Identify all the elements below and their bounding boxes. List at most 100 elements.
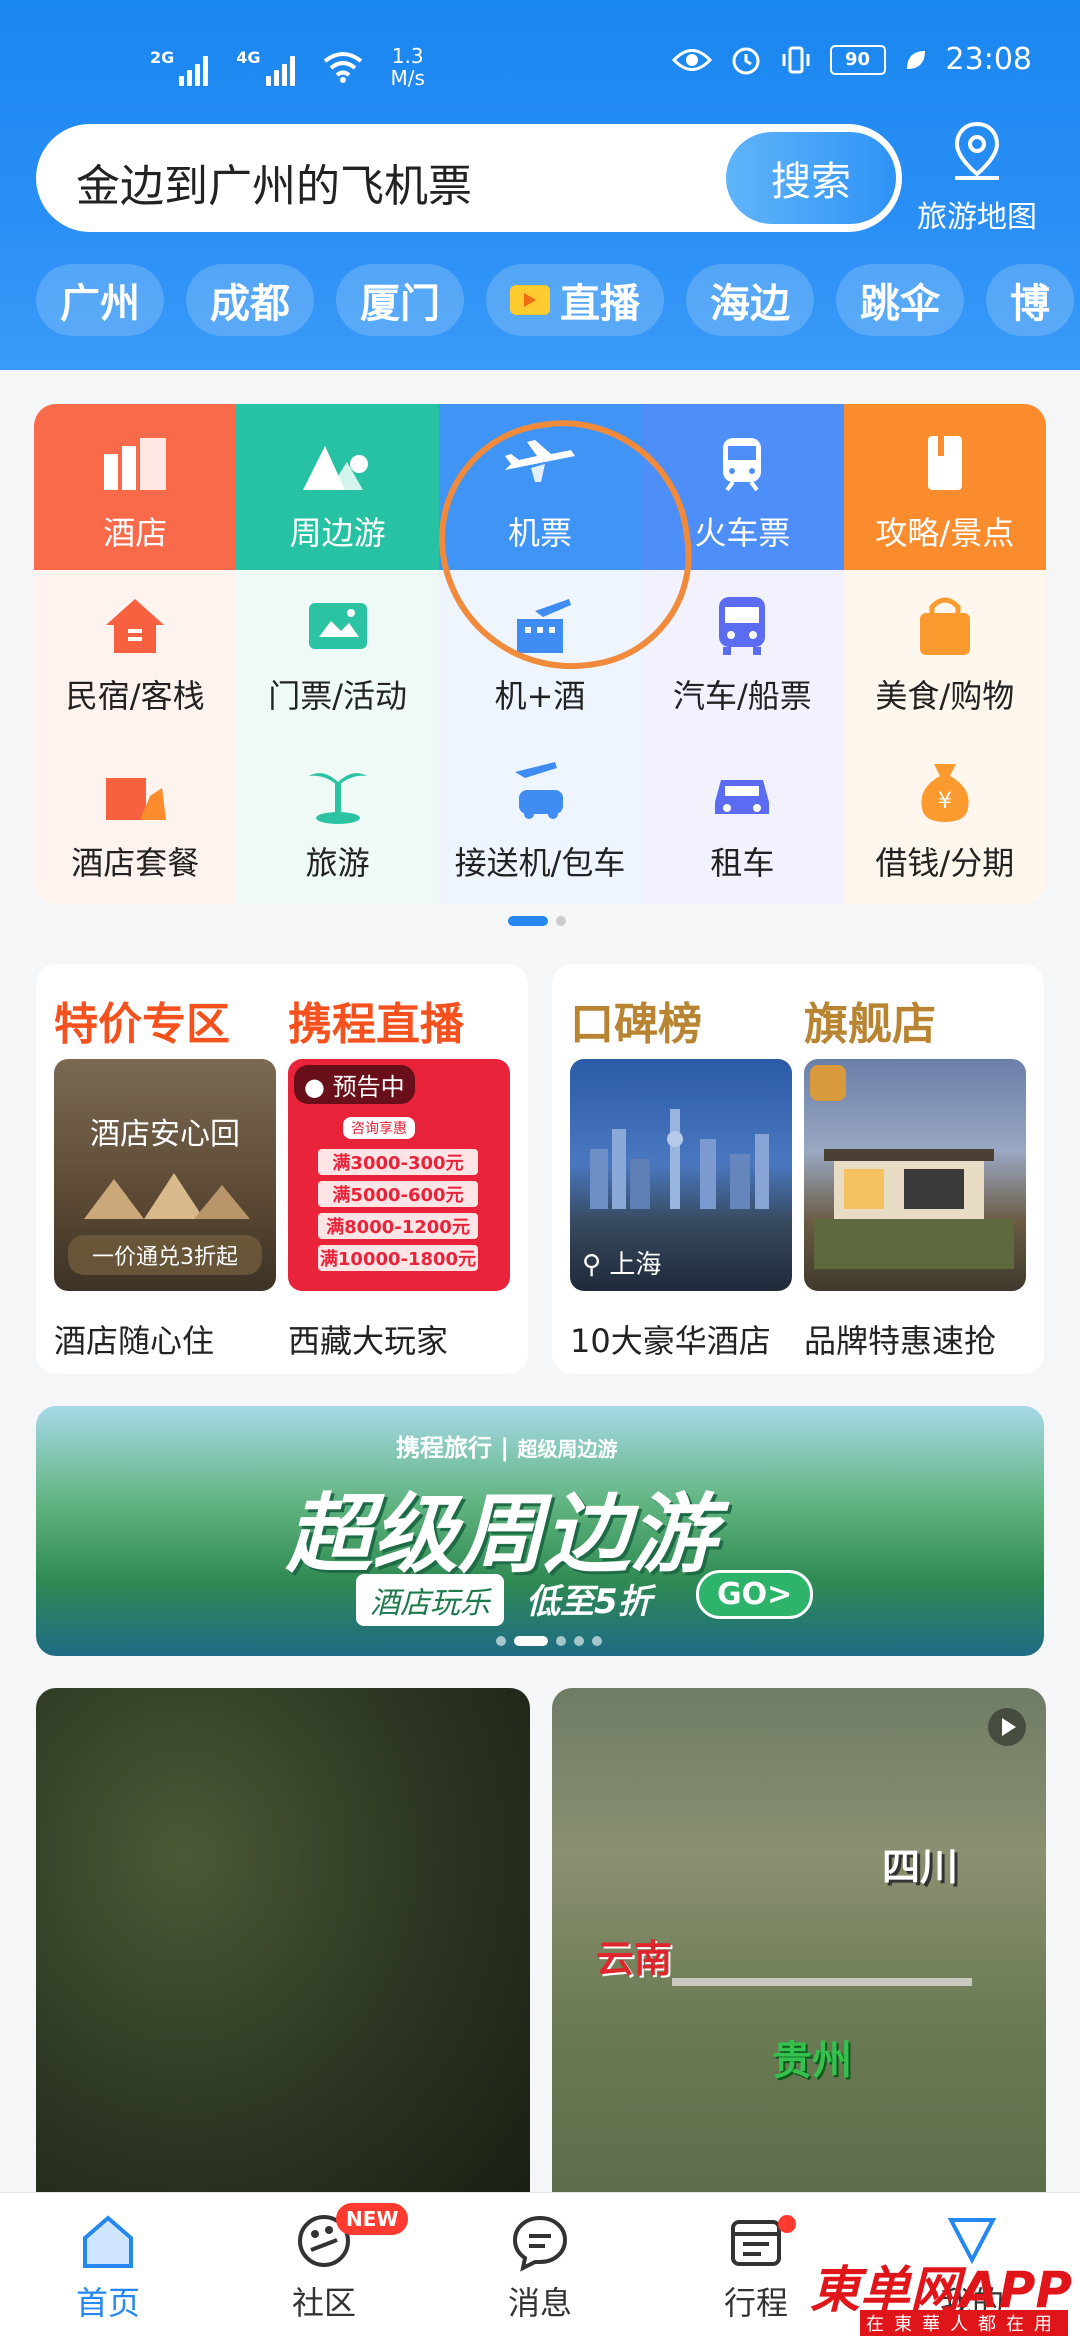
hotel-promo-image[interactable]: 酒店安心回 一价通兑3折起 bbox=[54, 1059, 276, 1291]
chip-guangzhou[interactable]: 广州 bbox=[36, 264, 164, 336]
train-icon bbox=[723, 438, 762, 492]
banner-brand: 携程旅行 | 超级周边游 bbox=[396, 1434, 618, 1462]
signal-2g-icon: 2G bbox=[150, 48, 209, 86]
brand-deal-caption[interactable]: 品牌特惠速抢 bbox=[804, 1316, 996, 1362]
chip-live[interactable]: 直播 bbox=[486, 264, 664, 336]
destination-chips: 广州 成都 厦门 直播 海边 跳伞 博 bbox=[36, 264, 1074, 336]
reputation-list-title[interactable]: 口碑榜 bbox=[570, 988, 702, 1052]
chip-chengdu[interactable]: 成都 bbox=[186, 264, 314, 336]
super-nearby-tour-banner[interactable]: 携程旅行 | 超级周边游 超级周边游 酒店玩乐 低至5折 GO> bbox=[36, 1406, 1044, 1656]
vibrate-icon bbox=[782, 46, 810, 73]
battery-icon: 90 bbox=[829, 44, 886, 75]
wifi-icon bbox=[323, 52, 362, 83]
banner-go-button[interactable]: GO> bbox=[696, 1570, 814, 1619]
network-speed: 1.3 M/s bbox=[390, 44, 425, 90]
video-play-icon bbox=[988, 1708, 1026, 1746]
grid-hotel-package[interactable]: 酒店套餐 bbox=[34, 737, 237, 904]
skyline-illustration bbox=[590, 1109, 769, 1209]
banner-title: 超级周边游 bbox=[286, 1485, 716, 1585]
bridge-illustration bbox=[672, 1978, 972, 1986]
search-button[interactable]: 搜索 bbox=[726, 132, 896, 224]
alarm-icon bbox=[732, 47, 760, 74]
eye-icon bbox=[671, 48, 712, 71]
live-icon bbox=[510, 285, 550, 315]
hotel-package-icon bbox=[106, 777, 167, 820]
signal-4g-icon: 4G bbox=[236, 48, 295, 86]
tab-community[interactable]: 社区 NEW bbox=[216, 2193, 432, 2340]
leaf-icon bbox=[906, 50, 925, 69]
grid-guide[interactable]: 攻略/景点 bbox=[843, 404, 1046, 570]
grid-flight-hotel[interactable]: 机+酒 bbox=[438, 570, 642, 737]
search-bar[interactable]: 金边到广州的飞机票 搜索 bbox=[36, 124, 902, 232]
car-plane-icon bbox=[515, 761, 564, 819]
flagship-logo-icon bbox=[810, 1065, 846, 1101]
new-badge: NEW bbox=[336, 2203, 409, 2235]
live-promo-image[interactable]: ● 预告中 咨询享惠 满3000-300元 满5000-600元 满8000-1… bbox=[288, 1059, 510, 1291]
promo-card-left: 特价专区 携程直播 酒店安心回 一价通兑3折起 ● 预告中 咨询享惠 满3000… bbox=[36, 964, 528, 1374]
grid-nearby-tour[interactable]: 周边游 bbox=[236, 404, 439, 570]
home-icon bbox=[83, 2214, 133, 2268]
live-promo-caption[interactable]: 西藏大玩家 bbox=[288, 1316, 448, 1362]
live-stream-title[interactable]: 携程直播 bbox=[288, 988, 464, 1052]
flagship-image[interactable] bbox=[804, 1059, 1026, 1291]
grid-car-rental[interactable]: 租车 bbox=[641, 737, 844, 904]
feed-card-right[interactable]: 四川 云南 贵州 bbox=[552, 1688, 1046, 2248]
grid-page-indicator bbox=[508, 916, 566, 926]
search-input[interactable]: 金边到广州的飞机票 bbox=[76, 150, 472, 214]
house-icon bbox=[106, 598, 165, 653]
header: 2G 4G 1.3 M/s 90 23:08 金边到广州的飞机票 搜索 旅游地图 … bbox=[0, 0, 1080, 370]
grid-bus-ship[interactable]: 汽车/船票 bbox=[641, 570, 844, 737]
banner-pill: 酒店玩乐 bbox=[356, 1574, 504, 1626]
book-icon bbox=[927, 436, 962, 490]
location-tag: ⚲ 上海 bbox=[582, 1250, 662, 1280]
chip-xiamen[interactable]: 厦门 bbox=[336, 264, 464, 336]
watermark-sub: 在東華人都在用 bbox=[860, 2310, 1068, 2336]
shanghai-image[interactable]: ⚲ 上海 bbox=[570, 1059, 792, 1291]
chat-bubble-icon bbox=[512, 2215, 568, 2272]
chip-skydiving[interactable]: 跳伞 bbox=[836, 264, 964, 336]
grid-hotel[interactable]: 酒店 bbox=[34, 404, 237, 570]
palm-tree-icon bbox=[308, 772, 367, 824]
notification-dot bbox=[778, 2215, 796, 2233]
car-icon bbox=[715, 779, 770, 814]
special-deals-title[interactable]: 特价专区 bbox=[54, 988, 230, 1052]
grid-airport-transfer[interactable]: 接送机/包车 bbox=[438, 737, 642, 904]
map-pin-icon bbox=[954, 121, 1000, 180]
flagship-store-title[interactable]: 旗舰店 bbox=[804, 988, 936, 1052]
grid-homestay[interactable]: 民宿/客栈 bbox=[34, 570, 237, 737]
hotel-icon bbox=[104, 438, 167, 490]
tent-illustration bbox=[84, 1173, 250, 1219]
svg-text:¥: ¥ bbox=[938, 789, 952, 814]
banner-discount: 低至5折 bbox=[526, 1582, 652, 1622]
flight-hotel-icon bbox=[517, 598, 572, 653]
tab-home[interactable]: 首页 bbox=[0, 2193, 216, 2340]
clock-time: 23:08 bbox=[945, 42, 1032, 77]
chip-more[interactable]: 博 bbox=[986, 264, 1074, 336]
preview-tag: ● 预告中 bbox=[294, 1065, 415, 1104]
travel-map-label: 旅游地图 bbox=[917, 200, 1037, 235]
hotel-promo-caption[interactable]: 酒店随心住 bbox=[54, 1316, 214, 1362]
tab-messages[interactable]: 消息 bbox=[432, 2193, 648, 2340]
status-bar: 2G 4G 1.3 M/s 90 23:08 bbox=[0, 40, 1080, 100]
service-grid: 酒店 周边游 机票 火车票 攻略/景点 民宿/客栈 门票/活动 机+酒 汽车/船… bbox=[34, 404, 1046, 904]
shopping-bag-icon bbox=[919, 597, 970, 655]
chip-seaside[interactable]: 海边 bbox=[686, 264, 814, 336]
grid-flight[interactable]: 机票 bbox=[438, 404, 642, 570]
luxury-hotel-caption[interactable]: 10大豪华酒店 bbox=[570, 1316, 771, 1362]
bus-icon bbox=[719, 596, 766, 655]
grid-train[interactable]: 火车票 bbox=[641, 404, 844, 570]
villa-illustration bbox=[814, 1149, 1014, 1269]
feed-card-left[interactable] bbox=[36, 1688, 530, 2248]
banner-page-indicator bbox=[496, 1636, 602, 1646]
mountain-icon bbox=[302, 446, 368, 490]
travel-map-button[interactable]: 旅游地图 bbox=[892, 120, 1062, 236]
grid-tickets[interactable]: 门票/活动 bbox=[236, 570, 439, 737]
promo-card-right: 口碑榜 旗舰店 ⚲ 上海 10大豪华酒店 品牌特惠速抢 bbox=[552, 964, 1044, 1374]
grid-travel[interactable]: 旅游 bbox=[236, 737, 439, 904]
coupon-list: 满3000-300元 满5000-600元 满8000-1200元 满10000… bbox=[318, 1149, 478, 1271]
grid-food-shopping[interactable]: 美食/购物 bbox=[843, 570, 1046, 737]
money-bag-icon: ¥ bbox=[921, 763, 969, 822]
ticket-icon bbox=[308, 602, 367, 649]
calendar-icon bbox=[731, 2219, 781, 2266]
grid-loan[interactable]: ¥ 借钱/分期 bbox=[843, 737, 1046, 904]
